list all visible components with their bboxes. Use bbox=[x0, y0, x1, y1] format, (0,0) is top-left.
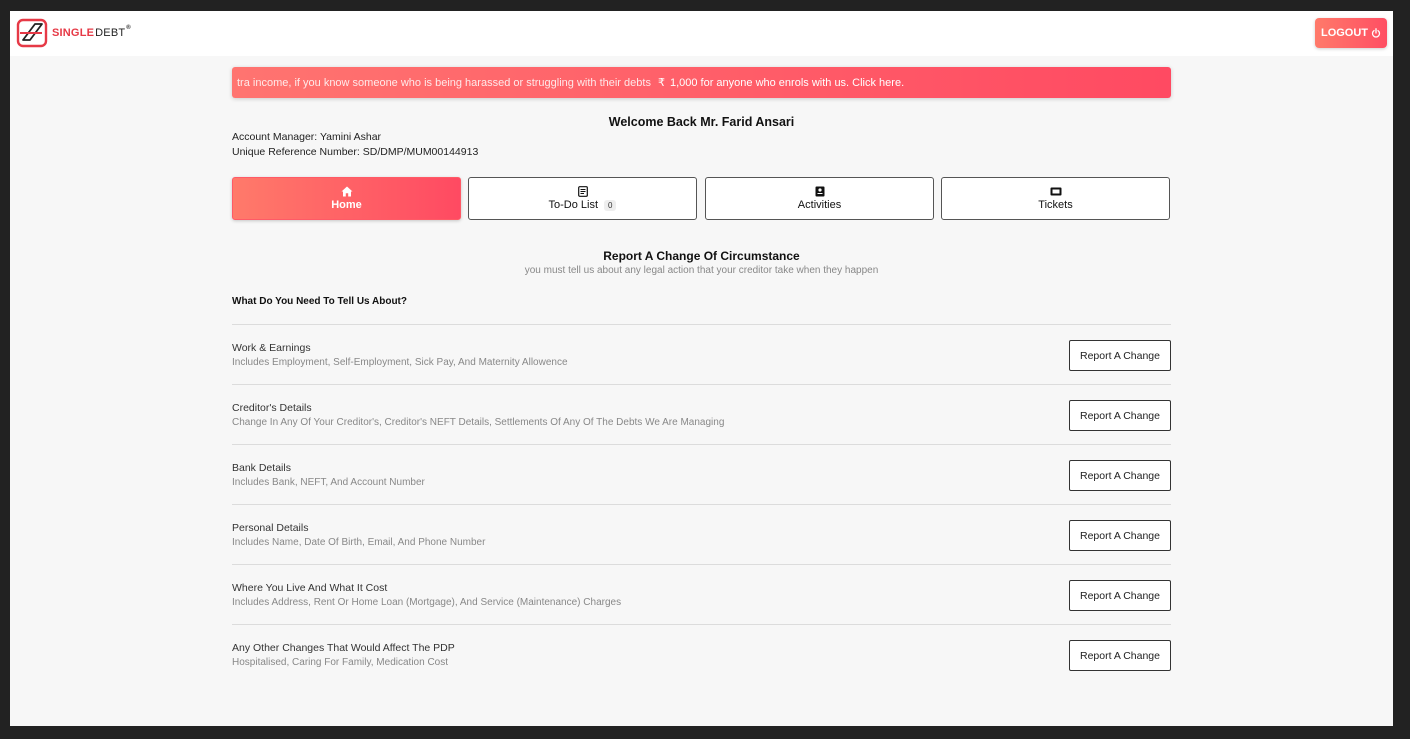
report-change-button[interactable]: Report A Change bbox=[1069, 580, 1171, 611]
logout-label: LOGOUT bbox=[1320, 27, 1369, 39]
item-title: Where You Live And What It Cost bbox=[232, 582, 388, 594]
item-description: Hospitalised, Caring For Family, Medicat… bbox=[232, 657, 449, 668]
reference-number: Unique Reference Number: SD/DMP/MUM00144… bbox=[232, 146, 479, 158]
ticket-icon bbox=[1050, 187, 1061, 196]
tab-home[interactable]: Home bbox=[232, 177, 461, 220]
list-item: Work & Earnings Includes Employment, Sel… bbox=[232, 324, 1171, 384]
welcome-heading: Welcome Back Mr. Farid Ansari bbox=[608, 115, 795, 129]
item-description: Includes Address, Rent Or Home Loan (Mor… bbox=[232, 597, 622, 608]
report-change-button[interactable]: Report A Change bbox=[1069, 640, 1171, 671]
logo[interactable]: SINGLE DEBT ® bbox=[15, 16, 131, 50]
item-title: Bank Details bbox=[232, 462, 291, 474]
item-title: Work & Earnings bbox=[232, 342, 311, 354]
logo-text-single: SINGLE bbox=[52, 27, 95, 39]
question-heading: What Do You Need To Tell Us About? bbox=[232, 296, 407, 307]
tab-home-label: Home bbox=[331, 199, 362, 211]
logo-mark-icon bbox=[16, 18, 48, 48]
logout-button[interactable]: LOGOUT bbox=[1315, 18, 1387, 48]
page: SINGLE DEBT ® LOGOUT tra income, if you … bbox=[10, 11, 1393, 726]
tab-todo-label: To-Do List bbox=[548, 199, 599, 211]
list-item: Creditor's Details Change In Any Of Your… bbox=[232, 384, 1171, 444]
list-item: Any Other Changes That Would Affect The … bbox=[232, 624, 1171, 684]
todo-count-badge: 0 bbox=[604, 199, 617, 211]
logo-text-debt: DEBT bbox=[95, 27, 126, 39]
tab-tickets[interactable]: Tickets bbox=[941, 177, 1170, 220]
account-manager: Account Manager: Yamini Ashar bbox=[232, 131, 382, 143]
list-item: Bank Details Includes Bank, NEFT, And Ac… bbox=[232, 444, 1171, 504]
list-item: Personal Details Includes Name, Date Of … bbox=[232, 504, 1171, 564]
change-list: Work & Earnings Includes Employment, Sel… bbox=[232, 324, 1171, 684]
rupee-icon: ₹ bbox=[657, 77, 665, 89]
list-icon bbox=[577, 186, 588, 197]
banner-offer-link[interactable]: 1,000 for anyone who enrols with us. Cli… bbox=[670, 77, 904, 89]
item-description: Includes Employment, Self-Employment, Si… bbox=[232, 357, 568, 368]
report-change-button[interactable]: Report A Change bbox=[1069, 520, 1171, 551]
referral-banner[interactable]: tra income, if you know someone who is b… bbox=[232, 67, 1171, 98]
report-change-button[interactable]: Report A Change bbox=[1069, 400, 1171, 431]
list-item: Where You Live And What It Cost Includes… bbox=[232, 564, 1171, 624]
nav-tabs: Home To-Do List 0 Activities Tickets bbox=[232, 177, 1171, 221]
report-change-button[interactable]: Report A Change bbox=[1069, 460, 1171, 491]
item-title: Personal Details bbox=[232, 522, 309, 534]
book-icon bbox=[815, 186, 824, 197]
tab-tickets-label: Tickets bbox=[1038, 199, 1073, 211]
tab-todo-list[interactable]: To-Do List 0 bbox=[468, 177, 697, 220]
home-icon bbox=[341, 186, 352, 197]
item-description: Change In Any Of Your Creditor's, Credit… bbox=[232, 417, 725, 428]
banner-text: tra income, if you know someone who is b… bbox=[237, 76, 651, 89]
item-title: Creditor's Details bbox=[232, 402, 312, 414]
power-icon bbox=[1371, 28, 1381, 38]
report-change-button[interactable]: Report A Change bbox=[1069, 340, 1171, 371]
tab-activities[interactable]: Activities bbox=[705, 177, 934, 220]
item-title: Any Other Changes That Would Affect The … bbox=[232, 642, 455, 654]
item-description: Includes Bank, NEFT, And Account Number bbox=[232, 477, 425, 488]
section-subtitle: you must tell us about any legal action … bbox=[524, 265, 879, 276]
section-title: Report A Change Of Circumstance bbox=[603, 249, 800, 263]
logo-text: SINGLE DEBT ® bbox=[52, 25, 131, 39]
item-description: Includes Name, Date Of Birth, Email, And… bbox=[232, 537, 486, 548]
tab-activities-label: Activities bbox=[797, 199, 842, 211]
top-bar: SINGLE DEBT ® LOGOUT bbox=[10, 11, 1393, 56]
registered-mark: ® bbox=[126, 25, 131, 31]
